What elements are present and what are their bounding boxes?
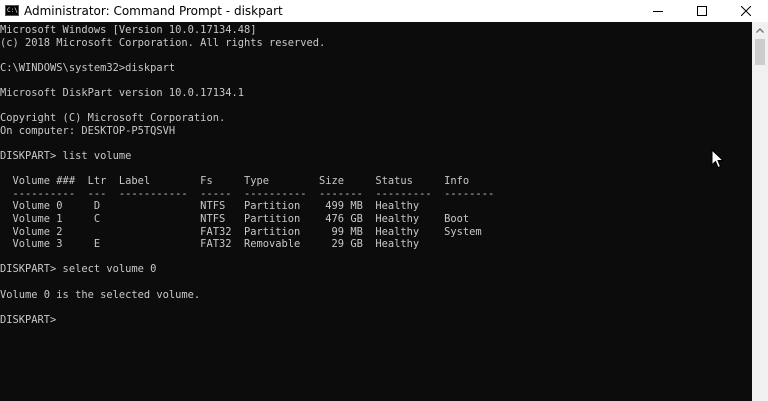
console-line: ---------- --- ----------- ----- -------… xyxy=(0,187,495,200)
title-bar[interactable]: C:\ Administrator: Command Prompt - disk… xyxy=(0,0,768,22)
console-output[interactable]: Microsoft Windows [Version 10.0.17134.48… xyxy=(0,22,752,401)
close-icon xyxy=(741,6,751,16)
window-title: Administrator: Command Prompt - diskpart xyxy=(24,4,283,18)
console-line: C:\WINDOWS\system32>diskpart xyxy=(0,61,176,74)
console-line: Microsoft Windows [Version 10.0.17134.48… xyxy=(0,24,257,36)
console-line: DISKPART> select volume 0 xyxy=(0,263,157,276)
console-line: Volume 0 is the selected volume. xyxy=(0,288,201,301)
console-line: Volume ### Ltr Label Fs Type Size Status… xyxy=(0,175,470,188)
minimize-button[interactable] xyxy=(636,0,680,22)
scroll-thumb[interactable] xyxy=(755,39,765,65)
command-prompt-icon[interactable]: C:\ xyxy=(5,5,19,16)
console-line: Microsoft DiskPart version 10.0.17134.1 xyxy=(0,87,244,99)
console-line: Volume 2 FAT32 Partition 99 MB Healthy S… xyxy=(0,225,482,238)
vertical-scrollbar[interactable] xyxy=(752,22,768,401)
console-line: Volume 0 D NTFS Partition 499 MB Healthy xyxy=(0,200,420,213)
scroll-up-button[interactable] xyxy=(752,22,768,38)
console-line: Volume 1 C NTFS Partition 476 GB Healthy… xyxy=(0,213,470,225)
mouse-pointer-icon xyxy=(711,149,725,169)
console-line: Volume 3 E FAT32 Removable 29 GB Healthy xyxy=(0,238,420,251)
chevron-up-icon xyxy=(756,27,764,33)
console-line: DISKPART> xyxy=(0,313,57,326)
console-line: DISKPART> list volume xyxy=(0,150,132,162)
maximize-icon xyxy=(697,6,707,16)
minimize-icon xyxy=(653,11,663,12)
console-line: On computer: DESKTOP-P5TQSVH xyxy=(0,124,176,137)
console-line: (c) 2018 Microsoft Corporation. All righ… xyxy=(0,36,326,49)
close-button[interactable] xyxy=(724,0,768,22)
maximize-button[interactable] xyxy=(680,0,724,22)
console-line: Copyright (C) Microsoft Corporation. xyxy=(0,112,226,125)
